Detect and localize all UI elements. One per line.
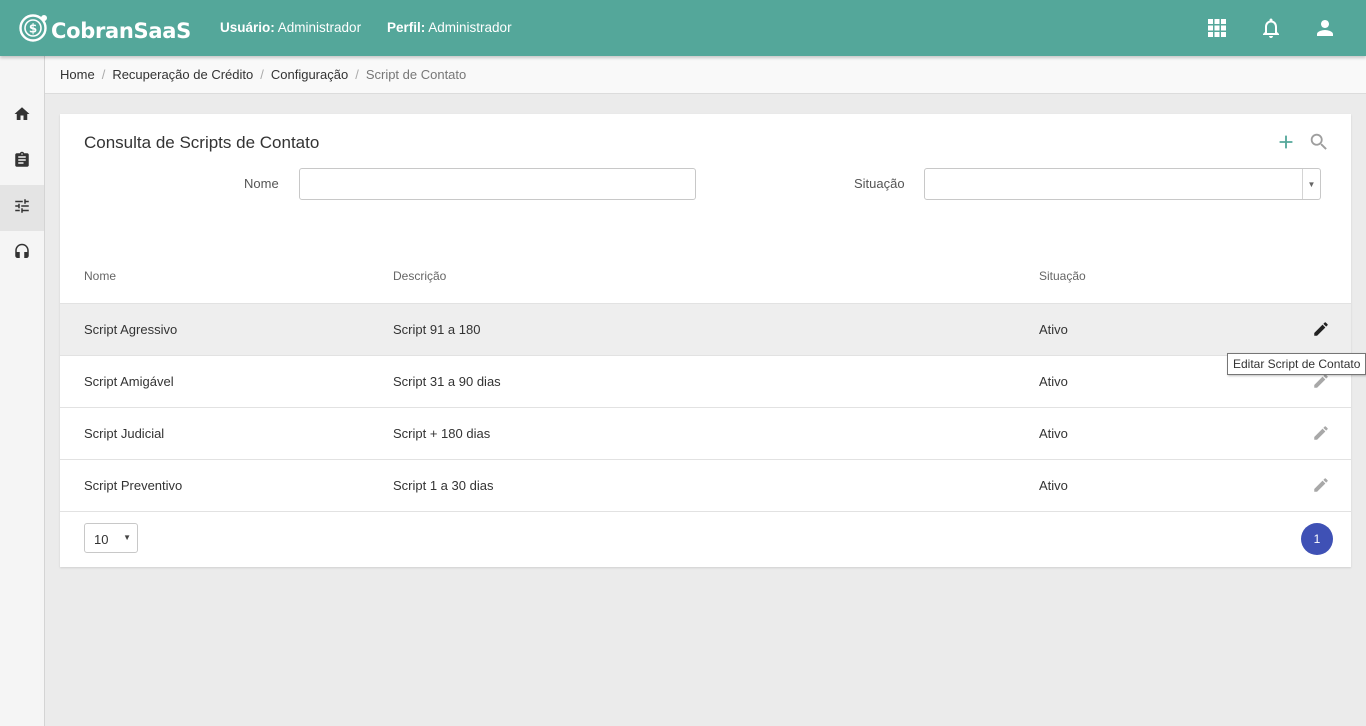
nome-label: Nome xyxy=(244,176,279,191)
home-icon xyxy=(13,105,31,128)
column-header-descricao[interactable]: Descrição xyxy=(393,269,446,283)
add-icon[interactable] xyxy=(1275,131,1297,153)
situacao-label: Situação xyxy=(854,176,905,191)
bell-icon[interactable] xyxy=(1259,16,1283,40)
edit-tooltip: Editar Script de Contato xyxy=(1227,353,1366,375)
table-row[interactable]: Script Amigável Script 31 a 90 dias Ativ… xyxy=(60,356,1351,408)
sliders-icon xyxy=(13,197,31,220)
breadcrumb-separator: / xyxy=(101,67,106,82)
edit-pencil-icon[interactable] xyxy=(1312,424,1330,442)
breadcrumb: Home / Recuperação de Crédito / Configur… xyxy=(45,56,1366,94)
profile-label: Perfil: xyxy=(387,20,426,35)
logo-coin-icon: $ xyxy=(18,13,48,43)
column-header-nome[interactable]: Nome xyxy=(84,269,116,283)
cell-nome: Script Agressivo xyxy=(84,322,178,337)
page-button-current[interactable]: 1 xyxy=(1301,523,1333,555)
breadcrumb-current: Script de Contato xyxy=(365,67,467,82)
clipboard-icon xyxy=(13,151,31,174)
table-row[interactable]: Script Judicial Script + 180 dias Ativo xyxy=(60,408,1351,460)
breadcrumb-home[interactable]: Home xyxy=(60,67,95,82)
page-title: Consulta de Scripts de Contato xyxy=(84,133,320,152)
user-label: Usuário: xyxy=(220,20,275,35)
breadcrumb-recuperacao[interactable]: Recuperação de Crédito xyxy=(112,67,253,82)
cell-nome: Script Amigável xyxy=(84,374,174,389)
table-row[interactable]: Script Preventivo Script 1 a 30 dias Ati… xyxy=(60,460,1351,512)
sidebar-item-support[interactable] xyxy=(0,231,44,277)
cell-descricao: Script 91 a 180 xyxy=(393,322,481,337)
edit-pencil-icon[interactable] xyxy=(1312,320,1330,338)
svg-text:$: $ xyxy=(29,22,37,36)
cell-nome: Script Judicial xyxy=(84,426,165,441)
edit-pencil-icon[interactable] xyxy=(1312,476,1330,494)
top-app-bar: $ CobranSaaS Usuário: Administrador Perf… xyxy=(0,0,1366,56)
app-name: CobranSaaS xyxy=(51,19,191,43)
sidebar-item-settings[interactable] xyxy=(0,185,44,231)
sidebar-item-home[interactable] xyxy=(0,93,44,139)
chevron-down-icon: ▼ xyxy=(1302,169,1320,199)
sidebar-item-clipboard[interactable] xyxy=(0,139,44,185)
account-icon[interactable] xyxy=(1313,16,1337,40)
cell-descricao: Script 1 a 30 dias xyxy=(393,478,494,493)
situacao-select[interactable]: ▼ xyxy=(924,168,1321,200)
page-size-select[interactable]: 10 ▼ xyxy=(84,523,138,553)
profile-info: Perfil: Administrador xyxy=(387,20,512,35)
headset-icon xyxy=(13,243,31,266)
column-header-situacao[interactable]: Situação xyxy=(1039,269,1086,283)
user-info: Usuário: Administrador xyxy=(220,20,361,35)
cell-situacao: Ativo xyxy=(1039,478,1068,493)
cell-nome: Script Preventivo xyxy=(84,478,183,493)
apps-grid-icon[interactable] xyxy=(1205,16,1229,40)
profile-value: Administrador xyxy=(428,20,512,35)
sidebar xyxy=(0,56,45,726)
cell-situacao: Ativo xyxy=(1039,426,1068,441)
breadcrumb-separator: / xyxy=(260,67,264,82)
search-icon[interactable] xyxy=(1308,131,1330,153)
breadcrumb-configuracao[interactable]: Configuração xyxy=(271,67,348,82)
chevron-down-icon: ▼ xyxy=(123,533,131,542)
user-value: Administrador xyxy=(277,20,362,35)
cell-situacao: Ativo xyxy=(1039,322,1068,337)
cell-situacao: Ativo xyxy=(1039,374,1068,389)
breadcrumb-separator: / xyxy=(355,67,359,82)
table-row[interactable]: Script Agressivo Script 91 a 180 Ativo xyxy=(60,304,1351,356)
scripts-card: Consulta de Scripts de Contato Nome Situ… xyxy=(60,114,1351,567)
logo[interactable]: $ CobranSaaS xyxy=(18,11,191,45)
cell-descricao: Script + 180 dias xyxy=(393,426,491,441)
cell-descricao: Script 31 a 90 dias xyxy=(393,374,501,389)
page-size-value: 10 xyxy=(94,532,109,547)
nome-input[interactable] xyxy=(299,168,696,200)
